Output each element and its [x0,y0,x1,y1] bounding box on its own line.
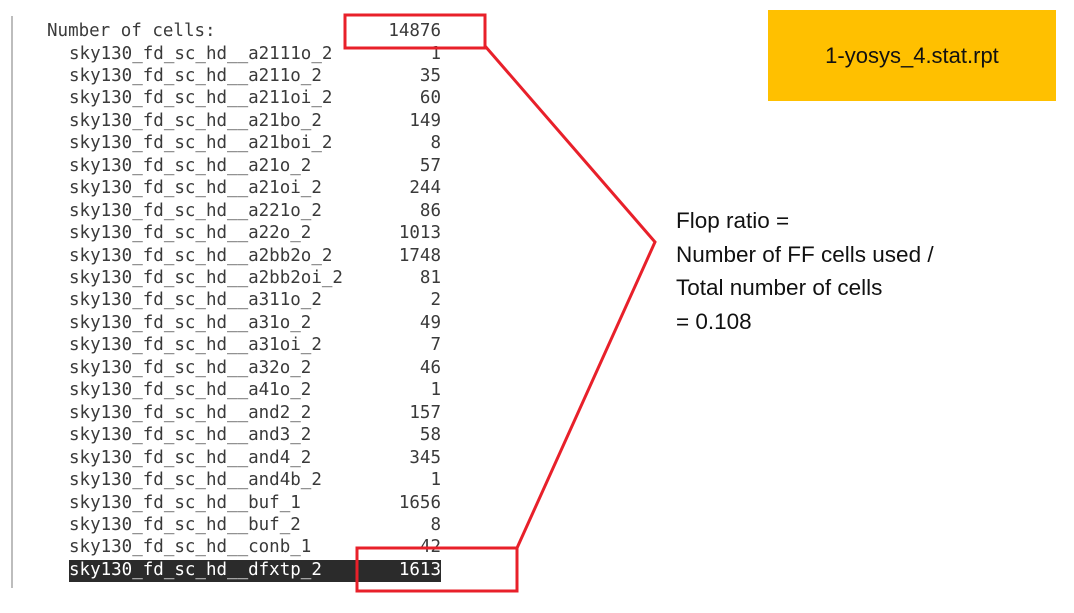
table-row: sky130_fd_sc_hd__a21boi_2 8 [69,132,441,155]
cell-count-value: 35 [419,65,441,86]
table-row: sky130_fd_sc_hd__a31o_2 49 [69,312,441,335]
table-row: sky130_fd_sc_hd__and3_2 58 [69,424,441,447]
cell-count-value: 157 [409,402,441,423]
report-filename-box: 1-yosys_4.stat.rpt [768,10,1056,101]
table-row: sky130_fd_sc_hd__a311o_2 2 [69,289,441,312]
table-row-highlighted: sky130_fd_sc_hd__dfxtp_2 1613 [69,559,441,582]
cell-type-name: sky130_fd_sc_hd__a211oi_2 [69,88,333,109]
cell-type-name: sky130_fd_sc_hd__a31oi_2 [69,335,322,356]
cell-type-name: sky130_fd_sc_hd__a2bb2o_2 [69,245,333,266]
table-row: sky130_fd_sc_hd__buf_2 8 [69,514,441,537]
table-row: sky130_fd_sc_hd__a21bo_2 149 [69,110,441,133]
table-row: sky130_fd_sc_hd__a211oi_2 60 [69,87,441,110]
table-row: sky130_fd_sc_hd__buf_1 1656 [69,492,441,515]
cell-type-name: sky130_fd_sc_hd__and4b_2 [69,470,322,491]
flop-ratio-note: Flop ratio = Number of FF cells used / T… [676,204,1066,338]
cell-type-name: sky130_fd_sc_hd__a311o_2 [69,290,322,311]
cell-count-value: 8 [430,514,441,535]
table-row: sky130_fd_sc_hd__a2111o_2 1 [69,43,441,66]
cell-count-value: 1 [430,470,441,491]
cell-type-name: sky130_fd_sc_hd__a2111o_2 [69,43,333,64]
table-row: sky130_fd_sc_hd__a211o_2 35 [69,65,441,88]
cell-count-value: 244 [409,178,441,199]
cell-count-value: 8 [430,133,441,154]
cell-count-value: 86 [419,200,441,221]
cell-type-name: sky130_fd_sc_hd__conb_1 [69,537,312,558]
cell-type-name: sky130_fd_sc_hd__a31o_2 [69,312,312,333]
stat-report-panel: Number of cells: 14876 sky130_fd_sc_hd__… [0,0,540,613]
table-row: sky130_fd_sc_hd__a221o_2 86 [69,200,441,223]
cell-count-value: 58 [419,425,441,446]
report-filename-label: 1-yosys_4.stat.rpt [825,42,999,68]
cell-count-value: 57 [419,155,441,176]
cell-type-name: sky130_fd_sc_hd__a21o_2 [69,155,312,176]
cell-type-name: sky130_fd_sc_hd__a32o_2 [69,357,312,378]
cell-type-name: sky130_fd_sc_hd__a21boi_2 [69,133,333,154]
note-line: = 0.108 [676,308,752,334]
cell-count-value: 42 [419,537,441,558]
cell-count-value: 1013 [398,223,441,244]
cell-count-value: 81 [419,268,441,288]
cell-count-value: 345 [409,447,441,468]
cell-count-value: 1748 [398,245,441,266]
table-row: sky130_fd_sc_hd__a41o_2 1 [69,379,441,402]
left-border-line [11,16,13,588]
cell-count-value: 49 [419,312,441,333]
header-row: Number of cells: 14876 [47,20,441,43]
note-line: Total number of cells [676,275,883,300]
table-row: sky130_fd_sc_hd__a21oi_2 244 [69,177,441,200]
cell-type-name: sky130_fd_sc_hd__and3_2 [69,425,312,446]
cell-type-name: sky130_fd_sc_hd__dfxtp_2 [69,559,322,580]
cell-type-name: sky130_fd_sc_hd__a2bb2oi_2 [69,268,343,288]
table-row: sky130_fd_sc_hd__a32o_2 46 [69,357,441,380]
cell-count-value: 1 [430,43,441,64]
table-row: sky130_fd_sc_hd__a2bb2o_2 1748 [69,245,441,268]
cell-type-name: sky130_fd_sc_hd__a221o_2 [69,200,322,221]
cell-type-name: sky130_fd_sc_hd__a41o_2 [69,380,312,401]
table-row: sky130_fd_sc_hd__a22o_2 1013 [69,222,441,245]
header-label: Number of cells: [47,21,216,41]
cell-count-value: 46 [419,357,441,378]
cell-count-value: 2 [430,290,441,311]
cell-type-name: sky130_fd_sc_hd__a21oi_2 [69,178,322,199]
cell-type-name: sky130_fd_sc_hd__buf_1 [69,492,301,513]
header-total: 14876 [388,21,441,41]
cell-type-name: sky130_fd_sc_hd__and4_2 [69,447,312,468]
cell-type-name: sky130_fd_sc_hd__a21bo_2 [69,110,322,131]
cell-count-value: 1613 [398,559,441,580]
cell-count-value: 7 [430,335,441,356]
cell-type-name: sky130_fd_sc_hd__buf_2 [69,514,301,535]
table-row: sky130_fd_sc_hd__and4b_2 1 [69,469,441,492]
note-line: Flop ratio = [676,208,790,233]
cell-count-value: 1656 [398,492,441,513]
table-row: sky130_fd_sc_hd__and2_2 157 [69,402,441,425]
cell-count-value: 1 [430,380,441,401]
cell-type-name: sky130_fd_sc_hd__and2_2 [69,402,312,423]
table-row: sky130_fd_sc_hd__and4_2 345 [69,447,441,470]
cell-type-name: sky130_fd_sc_hd__a22o_2 [69,223,312,244]
table-row: sky130_fd_sc_hd__a31oi_2 7 [69,334,441,357]
note-line: Number of FF cells used / [676,241,934,267]
table-row: sky130_fd_sc_hd__a2bb2oi_2 81 [69,267,441,290]
cell-count-value: 149 [409,110,441,131]
table-row: sky130_fd_sc_hd__conb_1 42 [69,536,441,559]
table-row: sky130_fd_sc_hd__a21o_2 57 [69,155,441,178]
cell-type-name: sky130_fd_sc_hd__a211o_2 [69,65,322,86]
cell-count-value: 60 [419,88,441,109]
